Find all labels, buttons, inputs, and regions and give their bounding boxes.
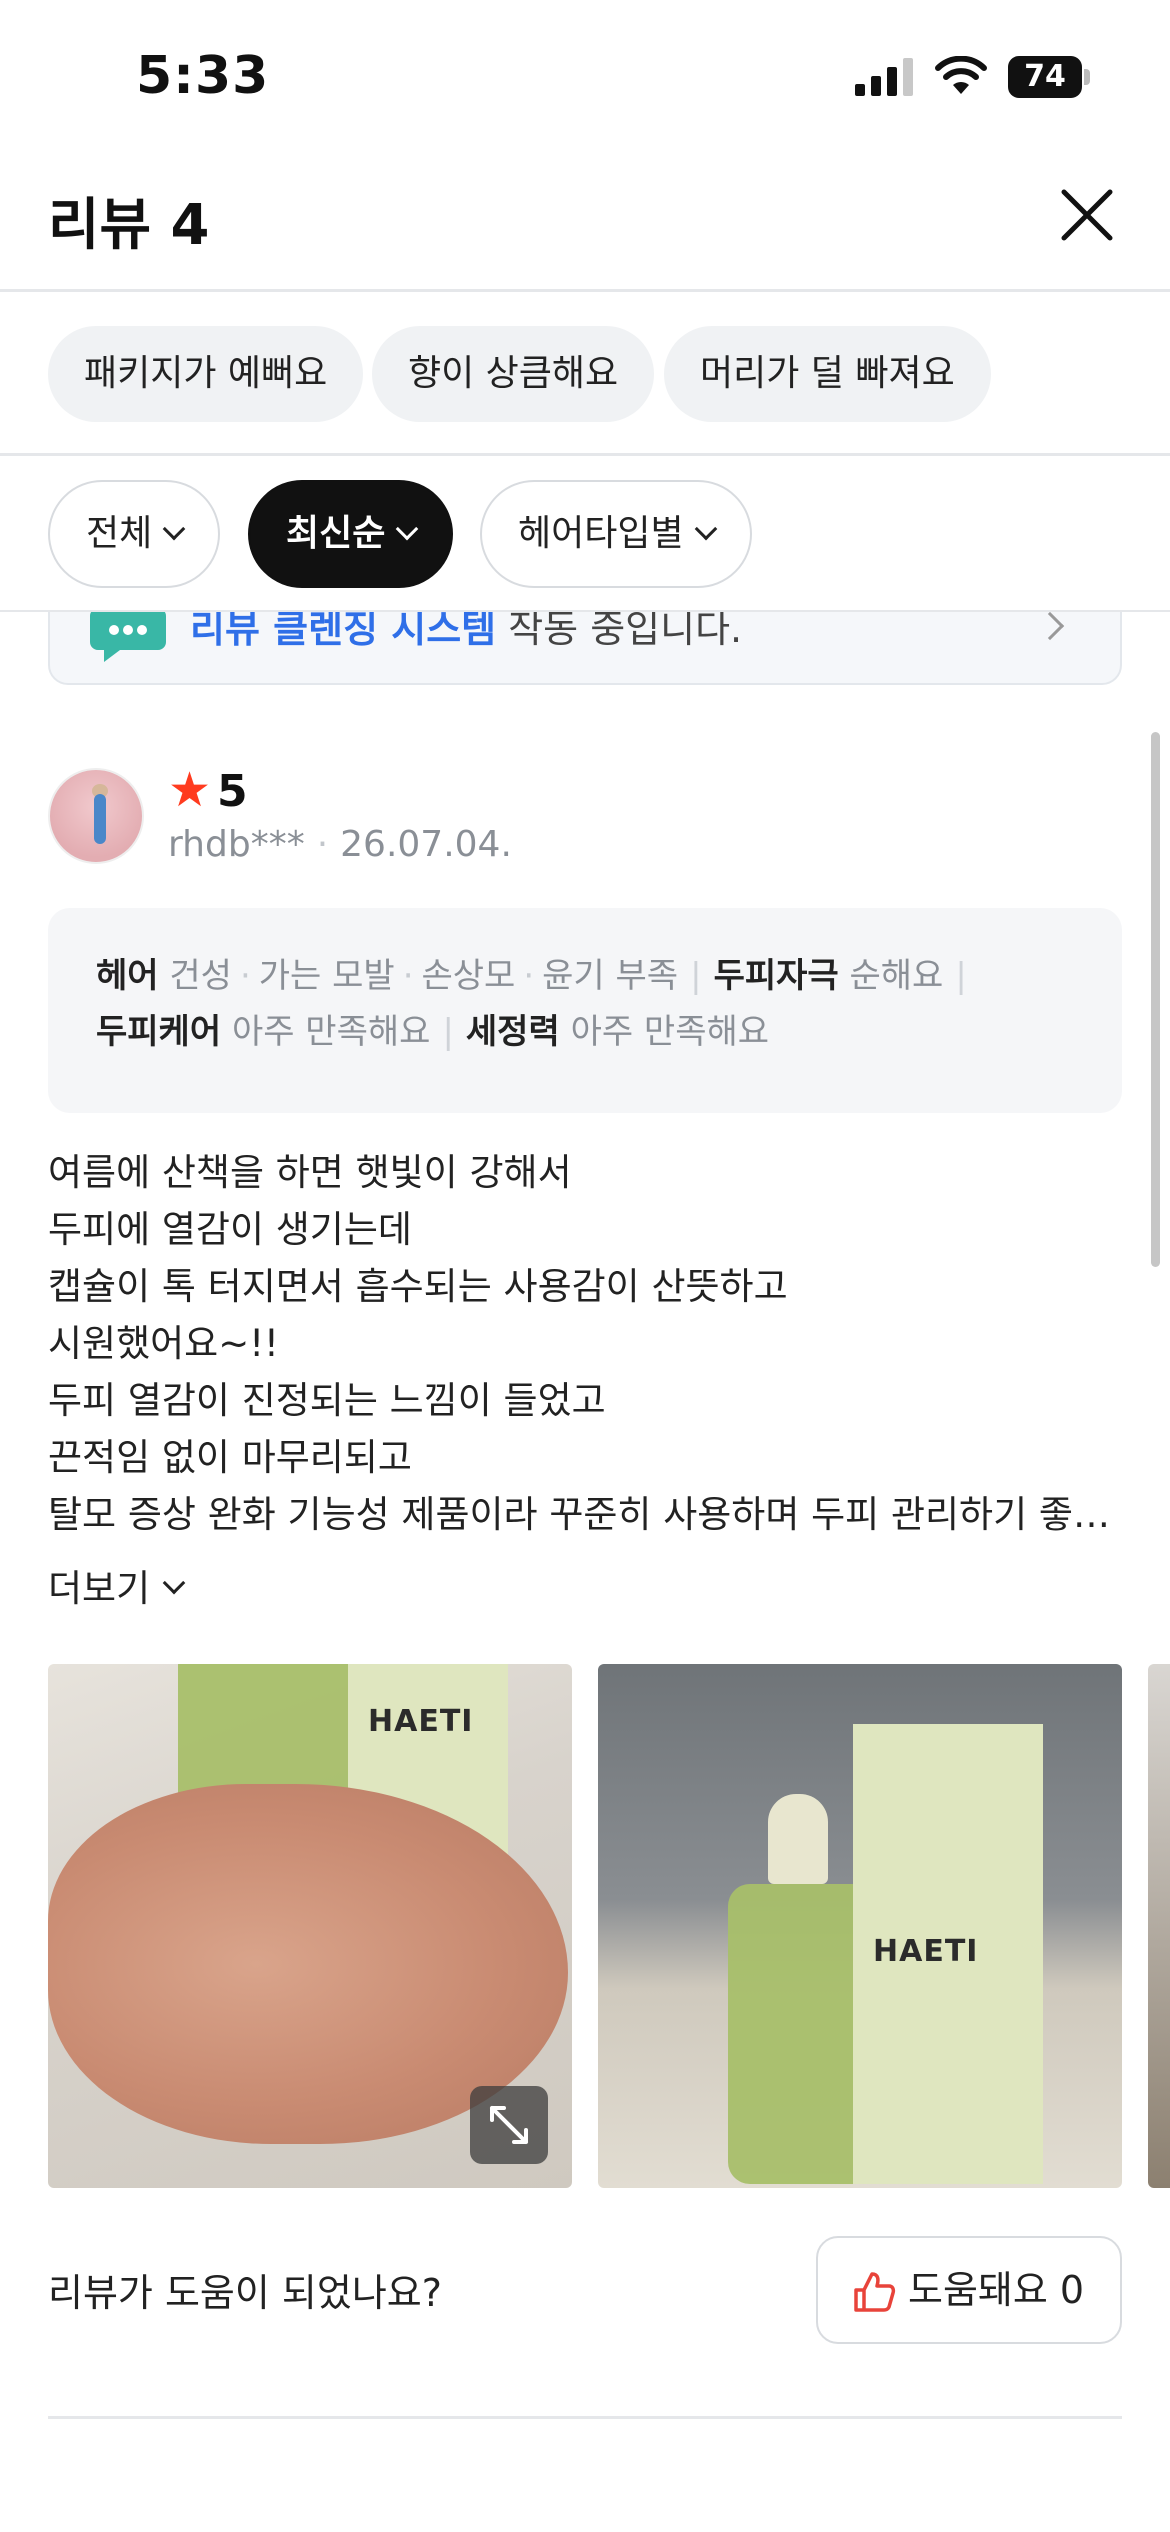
review-line: 캡슐이 톡 터지면서 흡수되는 사용감이 산뜻하고 <box>48 1265 788 1308</box>
attr-value: 가는 모발 <box>258 956 395 996</box>
rating-value: 5 <box>217 766 248 817</box>
review-meta: rhdb*** · 26.07.04. <box>168 824 512 865</box>
expand-icon[interactable] <box>470 2086 548 2164</box>
notice-text: 작동 중입니다. <box>496 607 743 651</box>
attr-value: 아주 만족해요 <box>231 1012 431 1052</box>
attr-value: 손상모 <box>421 956 516 996</box>
review-line: 여름에 산책을 하면 햇빛이 강해서 <box>48 1151 572 1194</box>
battery-icon: 74 <box>1008 56 1090 98</box>
review-user: rhdb*** <box>168 824 305 865</box>
attr-key: 세정력 <box>465 1012 560 1052</box>
close-icon[interactable] <box>1052 180 1122 250</box>
status-time: 5:33 <box>136 46 270 106</box>
chevron-down-icon <box>162 517 186 541</box>
review-photo[interactable]: HAETI <box>48 1664 572 2188</box>
wifi-icon <box>935 56 987 94</box>
review-line: 두피에 열감이 생기는데 <box>48 1208 412 1251</box>
attr-key: 두피자극 <box>713 956 839 996</box>
keyword-chip[interactable]: 패키지가 예뻐요 <box>48 326 364 422</box>
filter-bar: 전체 최신순 헤어타입별 <box>0 456 1170 612</box>
more-label: 더보기 <box>48 1567 151 1610</box>
star-icon: ★ <box>168 762 212 818</box>
filter-all-dropdown[interactable]: 전체 <box>48 480 221 588</box>
photo-brand-text: HAETI <box>873 1934 979 1969</box>
attr-key: 두피케어 <box>96 1012 222 1052</box>
review-line: 두피 열감이 진정되는 느낌이 들었고 <box>48 1379 606 1422</box>
review-line: 끈적임 없이 마무리되고 <box>48 1436 412 1479</box>
cellular-signal-icon <box>855 58 913 96</box>
attr-value: 아주 만족해요 <box>570 1012 770 1052</box>
attr-key: 헤어 <box>96 956 159 996</box>
more-button[interactable]: 더보기 <box>48 1558 186 1612</box>
notice-highlight: 리뷰 클렌징 시스템 <box>190 607 497 651</box>
chevron-down-icon <box>694 517 717 541</box>
photo-brand-text: HAETI <box>368 1704 474 1739</box>
header: 리뷰 4 <box>0 150 1170 292</box>
attr-value: 윤기 부족 <box>542 956 679 996</box>
page-title: 리뷰 4 <box>48 193 210 258</box>
chevron-down-icon <box>162 1571 186 1595</box>
review-photo[interactable]: HAETI <box>598 1664 1122 2188</box>
thumbs-up-icon <box>854 2272 896 2312</box>
battery-level: 74 <box>1008 56 1082 98</box>
status-bar: 5:33 74 <box>0 0 1170 150</box>
sort-latest-label: 최신순 <box>286 513 386 554</box>
filter-all-label: 전체 <box>86 513 153 554</box>
review-rating: ★ 5 <box>168 762 248 818</box>
chevron-right-icon <box>1035 611 1065 641</box>
keyword-chip[interactable]: 향이 상큼해요 <box>372 326 655 422</box>
review-attributes: 헤어 건성 · 가는 모발 · 손상모 · 윤기 부족 | 두피자극 순해요 | 두피케어 아주 … <box>48 908 1122 1113</box>
keyword-chips: 패키지가 예뻐요 향이 상큼해요 머리가 덜 빠져요 <box>0 292 1170 456</box>
filter-hair-type-dropdown[interactable]: 헤어타입별 <box>480 480 752 588</box>
review-line: 시원했어요~!! <box>48 1322 279 1365</box>
attr-value: 건성 <box>169 956 232 996</box>
divider <box>48 2416 1122 2419</box>
helpful-label: 도움돼요 0 <box>908 2268 1085 2312</box>
review-date: 26.07.04. <box>340 824 512 865</box>
chevron-down-icon <box>396 517 419 541</box>
attr-value: 순해요 <box>849 956 944 996</box>
avatar <box>48 768 144 864</box>
review-line: 탈모 증상 완화 기능성 제품이라 꾸준히 사용하며 두피 관리하기 좋아요 <box>48 1493 1128 1536</box>
filter-hair-type-label: 헤어타입별 <box>518 513 684 554</box>
review-photo[interactable] <box>1148 1664 1170 2188</box>
scrollbar[interactable] <box>1151 732 1160 1267</box>
helpful-button[interactable]: 도움돼요 0 <box>816 2236 1122 2344</box>
sort-latest-dropdown[interactable]: 최신순 <box>248 480 454 588</box>
keyword-chip[interactable]: 머리가 덜 빠져요 <box>664 326 991 422</box>
helpful-question: 리뷰가 도움이 되었나요? <box>48 2271 442 2315</box>
review-text: 여름에 산책을 하면 햇빛이 강해서 두피에 열감이 생기는데 캡슐이 톡 터지… <box>48 1144 1128 1543</box>
